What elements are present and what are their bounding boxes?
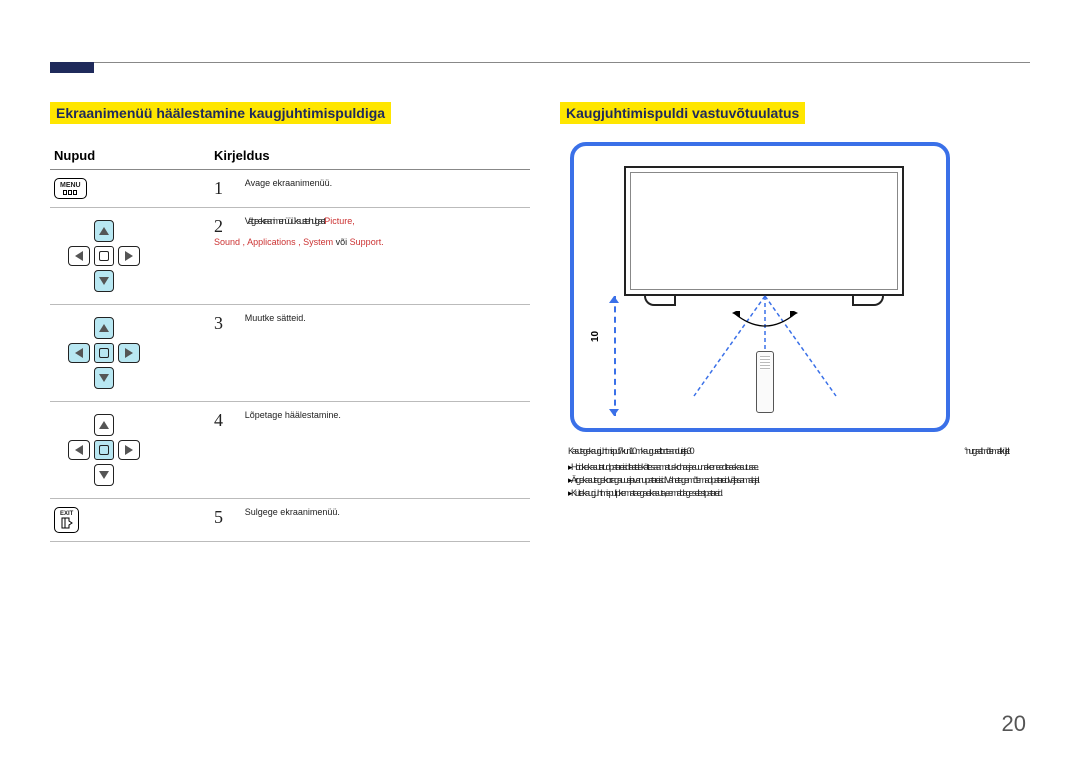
remote-icon bbox=[756, 351, 774, 413]
dpad-center-icon bbox=[94, 246, 114, 266]
page-number: 20 bbox=[1002, 711, 1026, 737]
dpad-center-icon bbox=[94, 440, 114, 460]
list-item: Hoidke kasutatud patareisid lastele kätt… bbox=[568, 462, 1008, 473]
dpad-up-icon bbox=[94, 414, 114, 436]
angle-arc-icon bbox=[732, 311, 798, 335]
dpad-left-icon bbox=[68, 440, 90, 460]
note-right: ° nurga all mõlemalt küljelt. bbox=[964, 446, 1008, 456]
dpad-up-icon bbox=[94, 317, 114, 339]
step-desc: Lõpetage häälestamine. bbox=[245, 410, 341, 420]
reception-range-diagram: 10 bbox=[570, 142, 950, 432]
step-desc: Muutke sätteid. bbox=[245, 313, 306, 323]
dpad-right-icon bbox=[118, 246, 140, 266]
table-row: EXIT 5 Sulgege ekraanimenüü. bbox=[50, 499, 530, 542]
main-note: Kasutage kaugjuhtimispulti 7 kuni 10 m k… bbox=[568, 446, 1008, 456]
dpad-icon bbox=[54, 313, 154, 393]
right-heading: Kaugjuhtimispuldi vastuvõtuulatus bbox=[560, 102, 805, 124]
list-item: Ärge kasutage korraga uusi ja vanu patar… bbox=[568, 475, 1008, 486]
list-item: Kui te kaugjuhtimispulti pikemat aega ei… bbox=[568, 488, 1008, 499]
exit-arrow-icon bbox=[61, 517, 73, 529]
note-bullet-list: Hoidke kasutatud patareisid lastele kätt… bbox=[568, 462, 1008, 499]
exit-label: EXIT bbox=[60, 511, 73, 517]
procedure-table: Nupud Kirjeldus MENU 1 Avage ekraanim bbox=[50, 142, 530, 542]
step-number: 4 bbox=[214, 410, 242, 431]
menu-label: MENU bbox=[60, 182, 81, 189]
top-rule bbox=[50, 62, 1030, 63]
dpad-up-icon bbox=[94, 220, 114, 242]
left-heading: Ekraanimenüü häälestamine kaugjuhtimispu… bbox=[50, 102, 391, 124]
th-description: Kirjeldus bbox=[210, 142, 530, 170]
dpad-right-icon bbox=[118, 440, 140, 460]
notes-block: Kasutage kaugjuhtimispulti 7 kuni 10 m k… bbox=[568, 446, 1008, 499]
exit-button-icon: EXIT bbox=[54, 507, 79, 533]
dpad-right-icon bbox=[118, 343, 140, 363]
table-row: 3 Muutke sätteid. bbox=[50, 305, 530, 402]
table-row: 2 Valige ekraanimenüü üksuste hulgast Pi… bbox=[50, 208, 530, 305]
step-number: 3 bbox=[214, 313, 242, 334]
tab-accent bbox=[50, 62, 94, 73]
table-row: MENU 1 Avage ekraanimenüü. bbox=[50, 170, 530, 208]
distance-label: 10 bbox=[590, 331, 601, 342]
note-left: Kasutage kaugjuhtimispulti 7 kuni 10 m k… bbox=[568, 446, 692, 456]
dpad-down-icon bbox=[94, 270, 114, 292]
dpad-down-icon bbox=[94, 367, 114, 389]
manual-page: Ekraanimenüü häälestamine kaugjuhtimispu… bbox=[0, 0, 1080, 763]
step-desc: Avage ekraanimenüü. bbox=[245, 178, 332, 188]
step-number: 1 bbox=[214, 178, 242, 199]
step-number: 2 bbox=[214, 216, 242, 237]
dpad-left-icon bbox=[68, 246, 90, 266]
menu-button-icon: MENU bbox=[54, 178, 87, 199]
right-column: Kaugjuhtimispuldi vastuvõtuulatus 10 bbox=[560, 102, 1030, 501]
left-column: Ekraanimenüü häälestamine kaugjuhtimispu… bbox=[50, 102, 530, 542]
step-number: 5 bbox=[214, 507, 242, 528]
step-desc: Sulgege ekraanimenüü. bbox=[245, 507, 340, 517]
distance-bracket-icon bbox=[608, 296, 622, 416]
dpad-center-icon bbox=[94, 343, 114, 363]
dpad-icon bbox=[54, 216, 154, 296]
dpad-left-icon bbox=[68, 343, 90, 363]
table-row: 4 Lõpetage häälestamine. bbox=[50, 402, 530, 499]
dpad-down-icon bbox=[94, 464, 114, 486]
dpad-icon bbox=[54, 410, 154, 490]
th-buttons: Nupud bbox=[50, 142, 210, 170]
